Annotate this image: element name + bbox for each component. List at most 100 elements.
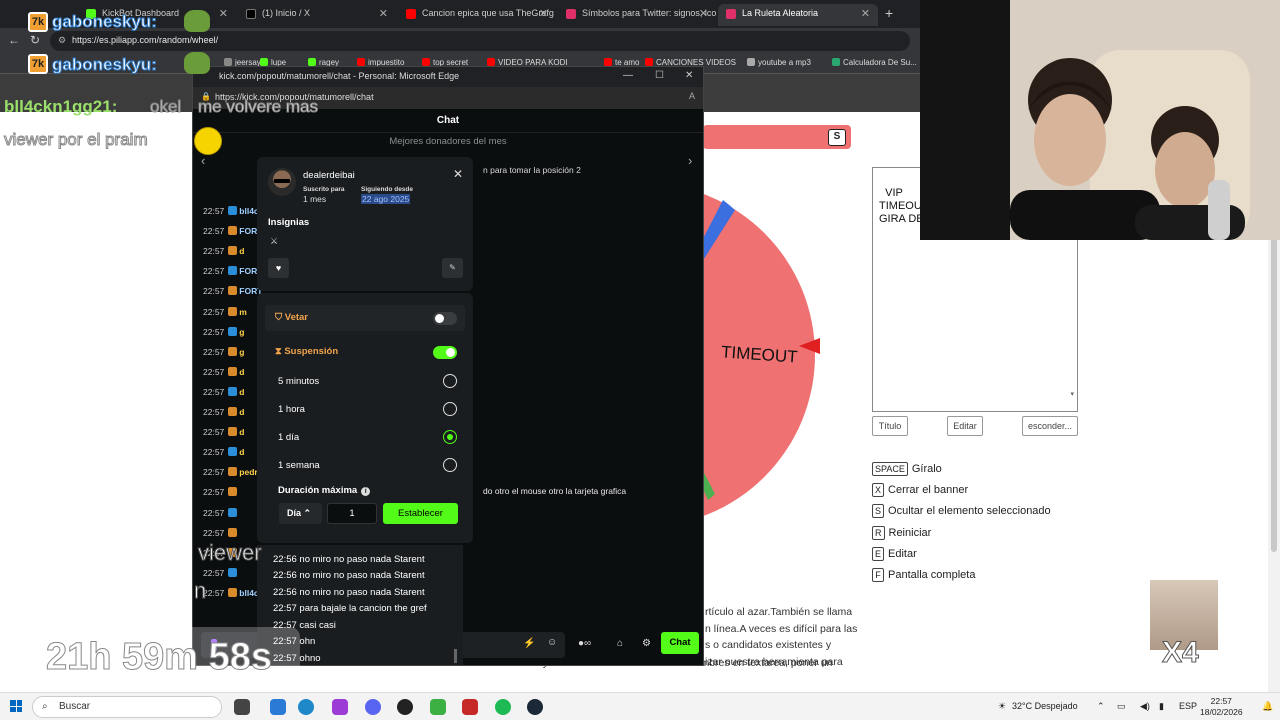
reload-icon[interactable]: ↻ xyxy=(30,33,40,47)
chat-username[interactable]: d xyxy=(239,246,244,256)
chat-username[interactable]: d xyxy=(239,427,244,437)
spotify-icon[interactable] xyxy=(495,699,511,715)
chat-row[interactable]: 22:57 g xyxy=(203,326,244,345)
chat-row[interactable]: 22:57 FORT xyxy=(203,286,262,304)
ban-row[interactable]: ⛉ Vetar xyxy=(265,305,465,331)
close-tab-icon[interactable]: ✕ xyxy=(219,7,228,20)
radio-5-minutes[interactable] xyxy=(443,374,457,388)
chat-row[interactable]: 22:57 d xyxy=(203,447,244,465)
history-scrollbar[interactable] xyxy=(454,649,457,663)
option-1-day[interactable]: 1 día xyxy=(278,432,299,443)
option-5-minutes[interactable]: 5 minutos xyxy=(278,376,319,387)
new-tab-icon[interactable]: + xyxy=(885,5,893,21)
tab-ruleta[interactable]: La Ruleta Aleatoria ✕ xyxy=(718,4,878,26)
weather-icon[interactable]: ☀ xyxy=(998,701,1006,712)
info-icon[interactable]: i xyxy=(361,487,371,496)
radio-1-day[interactable] xyxy=(443,430,457,444)
discord-icon[interactable] xyxy=(365,699,381,715)
back-arrow-icon[interactable]: ← xyxy=(8,33,20,47)
chat-username[interactable]: m xyxy=(239,307,247,317)
ban-toggle[interactable] xyxy=(433,312,457,325)
wheel-graphic[interactable] xyxy=(703,150,823,530)
maximize-icon[interactable]: ☐ xyxy=(655,70,664,81)
send-chat-button[interactable]: Chat xyxy=(661,632,699,654)
chat-row[interactable]: 22:57 xyxy=(203,507,239,526)
hide-button[interactable]: esconder... xyxy=(1022,416,1078,436)
radio-1-hour[interactable] xyxy=(443,402,457,416)
pencil-icon[interactable]: ✎ xyxy=(442,258,463,278)
duration-unit-select[interactable]: Día ⌃ xyxy=(279,503,322,524)
close-tab-icon[interactable]: ✕ xyxy=(379,7,388,20)
app-icon[interactable] xyxy=(332,699,348,715)
resize-grip-icon[interactable]: ▾ xyxy=(1070,388,1074,401)
settings-gear-icon[interactable]: ⚙ xyxy=(642,638,651,649)
obs-icon[interactable] xyxy=(397,699,413,715)
language-indicator[interactable]: ESP xyxy=(1179,701,1197,711)
chat-row[interactable]: 22:57 d xyxy=(203,386,244,405)
read-aloud-icon[interactable]: A xyxy=(689,91,695,101)
chat-row[interactable]: 22:57 xyxy=(203,487,239,505)
close-icon[interactable]: ✕ xyxy=(453,167,463,181)
close-tab-icon[interactable]: ✕ xyxy=(699,7,708,20)
chat-username[interactable]: g xyxy=(239,347,244,357)
set-timeout-button[interactable]: Establecer xyxy=(383,503,458,524)
chat-row[interactable]: 22:57 d xyxy=(203,427,244,445)
radio-1-week[interactable] xyxy=(443,458,457,472)
chevron-up-icon[interactable]: ⌃ xyxy=(1097,701,1105,712)
kick-app-icon[interactable] xyxy=(430,699,446,715)
voicemeeter-icon[interactable] xyxy=(462,699,478,715)
chat-row[interactable]: 22:57 pedr xyxy=(203,467,258,485)
edge-icon[interactable] xyxy=(298,699,314,715)
chat-username[interactable]: d xyxy=(239,367,244,377)
timeout-toggle[interactable] xyxy=(433,346,457,359)
chat-row[interactable]: 22:57 bll4c xyxy=(203,587,259,606)
windows-start-icon[interactable] xyxy=(10,700,22,712)
weather-text[interactable]: 32°C Despejado xyxy=(1012,701,1078,711)
rewards-icon[interactable]: ●∞ xyxy=(578,638,591,649)
chat-row[interactable]: 22:57 FORT xyxy=(203,226,262,244)
taskbar-search-input[interactable]: ⌕ Buscar xyxy=(32,696,222,718)
chat-username[interactable]: bll4c xyxy=(239,206,258,216)
url-input[interactable]: ⚙ https://es.piliapp.com/random/wheel/ xyxy=(50,31,910,51)
donors-next-icon[interactable]: › xyxy=(688,153,692,168)
tab-simbolos[interactable]: Símbolos para Twitter: signos, icon ✕ xyxy=(558,4,716,26)
tab-x-inicio[interactable]: (1) Inicio / X ✕ xyxy=(238,4,396,26)
chat-row[interactable]: 22:57 bll4c xyxy=(203,206,259,224)
tab-youtube[interactable]: Cancion epica que usa TheGrefg " ✕ xyxy=(398,4,556,26)
notifications-icon[interactable]: 🔔 xyxy=(1262,701,1273,712)
heart-icon[interactable]: ♥ xyxy=(268,258,289,278)
file-explorer-icon[interactable] xyxy=(270,699,286,715)
chat-row[interactable]: 22:57 g xyxy=(203,346,244,365)
network-icon[interactable]: ▭ xyxy=(1117,701,1126,712)
steam-icon[interactable] xyxy=(527,699,543,715)
chat-row[interactable]: 22:57 xyxy=(203,567,239,586)
volume-icon[interactable]: ◀) xyxy=(1140,701,1150,712)
close-tab-icon[interactable]: ✕ xyxy=(539,7,548,20)
store-icon[interactable]: ⌂ xyxy=(617,638,623,649)
duration-amount-input[interactable]: 1 xyxy=(327,503,377,524)
user-card-username[interactable]: dealerdeibai xyxy=(303,170,355,181)
bookmark-item[interactable]: youtube a mp3 xyxy=(747,58,811,67)
task-view-icon[interactable] xyxy=(234,699,250,715)
minimize-icon[interactable]: — xyxy=(623,70,633,81)
chat-row[interactable]: 22:57 FORT xyxy=(203,266,262,284)
timeout-row[interactable]: ⧗ Suspensión xyxy=(265,339,465,365)
chat-row[interactable]: 22:57 d xyxy=(203,407,244,425)
chat-username[interactable]: bll4c xyxy=(239,588,258,598)
site-info-icon[interactable]: ⚙ xyxy=(58,35,66,46)
close-tab-icon[interactable]: ✕ xyxy=(861,7,870,20)
option-1-week[interactable]: 1 semana xyxy=(278,460,320,471)
clock[interactable]: 22:57 18/02/2026 xyxy=(1200,696,1243,718)
chat-username[interactable]: pedr xyxy=(239,467,257,477)
donors-prev-icon[interactable]: ‹ xyxy=(201,153,205,168)
chat-row[interactable]: 22:57 d xyxy=(203,366,244,385)
close-window-icon[interactable]: ✕ xyxy=(685,70,693,81)
chat-username[interactable]: d xyxy=(239,447,244,457)
title-button[interactable]: Título xyxy=(872,416,908,436)
battery-icon[interactable]: ▮ xyxy=(1159,701,1164,712)
option-1-hour[interactable]: 1 hora xyxy=(278,404,305,415)
scrollbar-thumb[interactable] xyxy=(1271,232,1277,552)
bookmark-item[interactable]: Calculadora De Su... xyxy=(832,58,917,67)
kick-emote-icon[interactable]: ⚡ xyxy=(523,638,535,649)
chat-row[interactable]: 22:57 m xyxy=(203,306,247,325)
